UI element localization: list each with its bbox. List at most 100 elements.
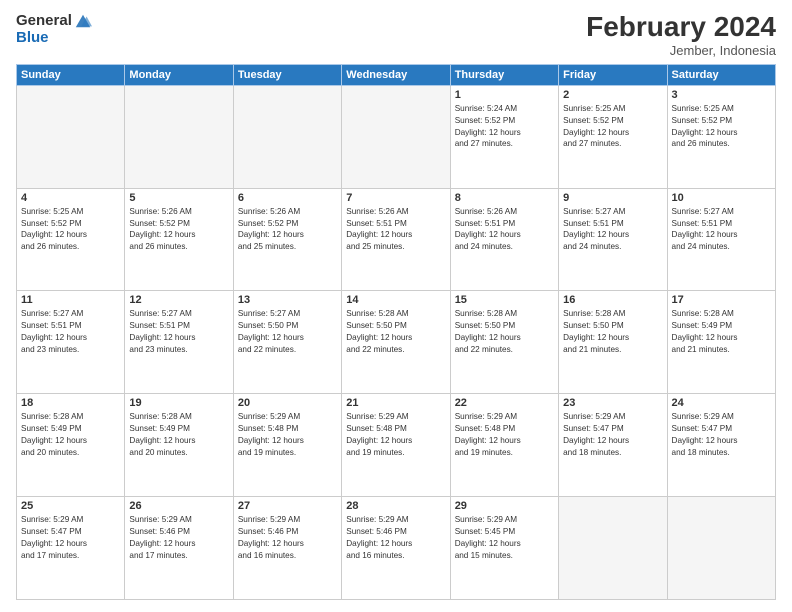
title-block: February 2024 Jember, Indonesia: [586, 12, 776, 58]
day-number: 22: [455, 397, 554, 409]
day-number: 14: [346, 294, 445, 306]
day-info: Sunrise: 5:29 AM Sunset: 5:46 PM Dayligh…: [346, 514, 445, 562]
calendar-cell: [559, 497, 667, 600]
calendar-cell: [342, 85, 450, 188]
weekday-header: Saturday: [667, 64, 775, 85]
day-info: Sunrise: 5:25 AM Sunset: 5:52 PM Dayligh…: [21, 206, 120, 254]
day-info: Sunrise: 5:26 AM Sunset: 5:52 PM Dayligh…: [238, 206, 337, 254]
calendar-cell: 20 Sunrise: 5:29 AM Sunset: 5:48 PM Dayli…: [233, 394, 341, 497]
calendar-cell: 14Sunrise: 5:28 AM Sunset: 5:50 PM Dayli…: [342, 291, 450, 394]
calendar-cell: 16Sunrise: 5:28 AM Sunset: 5:50 PM Dayli…: [559, 291, 667, 394]
calendar-cell: [125, 85, 233, 188]
calendar-cell: 12Sunrise: 5:27 AM Sunset: 5:51 PM Dayli…: [125, 291, 233, 394]
calendar-cell: 4 Sunrise: 5:25 AM Sunset: 5:52 PM Daylig…: [17, 188, 125, 291]
day-number: 8: [455, 192, 554, 204]
calendar-cell: 29Sunrise: 5:29 AM Sunset: 5:45 PM Dayli…: [450, 497, 558, 600]
day-number: 1: [455, 89, 554, 101]
day-info: Sunrise: 5:25 AM Sunset: 5:52 PM Dayligh…: [672, 103, 771, 151]
calendar-week-row: 1 Sunrise: 5:24 AM Sunset: 5:52 PM Daylig…: [17, 85, 776, 188]
day-info: Sunrise: 5:26 AM Sunset: 5:51 PM Dayligh…: [346, 206, 445, 254]
calendar-cell: [17, 85, 125, 188]
logo-blue: Blue: [16, 30, 92, 47]
day-number: 18: [21, 397, 120, 409]
day-info: Sunrise: 5:29 AM Sunset: 5:47 PM Dayligh…: [672, 411, 771, 459]
calendar-cell: 11 Sunrise: 5:27 AM Sunset: 5:51 PM Dayli…: [17, 291, 125, 394]
day-number: 16: [563, 294, 662, 306]
weekday-header: Tuesday: [233, 64, 341, 85]
day-number: 6: [238, 192, 337, 204]
day-info: Sunrise: 5:25 AM Sunset: 5:52 PM Dayligh…: [563, 103, 662, 151]
location: Jember, Indonesia: [586, 43, 776, 58]
day-info: Sunrise: 5:27 AM Sunset: 5:51 PM Dayligh…: [563, 206, 662, 254]
day-info: Sunrise: 5:27 AM Sunset: 5:51 PM Dayligh…: [672, 206, 771, 254]
day-info: Sunrise: 5:28 AM Sunset: 5:49 PM Dayligh…: [672, 308, 771, 356]
day-info: Sunrise: 5:29 AM Sunset: 5:48 PM Dayligh…: [238, 411, 337, 459]
weekday-header: Monday: [125, 64, 233, 85]
day-info: Sunrise: 5:29 AM Sunset: 5:48 PM Dayligh…: [346, 411, 445, 459]
calendar-cell: 27 Sunrise: 5:29 AM Sunset: 5:46 PM Dayli…: [233, 497, 341, 600]
day-number: 4: [21, 192, 120, 204]
day-number: 28: [346, 500, 445, 512]
calendar-cell: [233, 85, 341, 188]
day-number: 7: [346, 192, 445, 204]
day-info: Sunrise: 5:28 AM Sunset: 5:49 PM Dayligh…: [129, 411, 228, 459]
logo-icon: [74, 12, 92, 30]
day-number: 2: [563, 89, 662, 101]
day-number: 5: [129, 192, 228, 204]
day-info: Sunrise: 5:29 AM Sunset: 5:46 PM Dayligh…: [129, 514, 228, 562]
header: General Blue February 2024 Jember, Indon…: [16, 12, 776, 58]
day-info: Sunrise: 5:29 AM Sunset: 5:47 PM Dayligh…: [563, 411, 662, 459]
day-info: Sunrise: 5:26 AM Sunset: 5:52 PM Dayligh…: [129, 206, 228, 254]
day-number: 20: [238, 397, 337, 409]
day-number: 3: [672, 89, 771, 101]
calendar-cell: 21 Sunrise: 5:29 AM Sunset: 5:48 PM Dayli…: [342, 394, 450, 497]
day-number: 27: [238, 500, 337, 512]
day-number: 23: [563, 397, 662, 409]
weekday-header: Wednesday: [342, 64, 450, 85]
day-info: Sunrise: 5:29 AM Sunset: 5:47 PM Dayligh…: [21, 514, 120, 562]
calendar-cell: 25 Sunrise: 5:29 AM Sunset: 5:47 PM Dayli…: [17, 497, 125, 600]
day-info: Sunrise: 5:24 AM Sunset: 5:52 PM Dayligh…: [455, 103, 554, 151]
day-info: Sunrise: 5:27 AM Sunset: 5:51 PM Dayligh…: [21, 308, 120, 356]
calendar-cell: 2 Sunrise: 5:25 AM Sunset: 5:52 PM Daylig…: [559, 85, 667, 188]
calendar-week-row: 25 Sunrise: 5:29 AM Sunset: 5:47 PM Dayli…: [17, 497, 776, 600]
logo-general: General: [16, 13, 72, 30]
day-number: 26: [129, 500, 228, 512]
calendar-cell: 18 Sunrise: 5:28 AM Sunset: 5:49 PM Dayli…: [17, 394, 125, 497]
calendar-cell: 13 Sunrise: 5:27 AM Sunset: 5:50 PM Dayli…: [233, 291, 341, 394]
calendar-cell: 15Sunrise: 5:28 AM Sunset: 5:50 PM Dayli…: [450, 291, 558, 394]
day-info: Sunrise: 5:28 AM Sunset: 5:49 PM Dayligh…: [21, 411, 120, 459]
day-number: 25: [21, 500, 120, 512]
calendar-cell: 8 Sunrise: 5:26 AM Sunset: 5:51 PM Daylig…: [450, 188, 558, 291]
day-number: 21: [346, 397, 445, 409]
day-number: 10: [672, 192, 771, 204]
logo: General Blue: [16, 12, 92, 47]
calendar-cell: 19 Sunrise: 5:28 AM Sunset: 5:49 PM Dayli…: [125, 394, 233, 497]
day-info: Sunrise: 5:29 AM Sunset: 5:46 PM Dayligh…: [238, 514, 337, 562]
calendar-cell: [667, 497, 775, 600]
calendar-cell: 7 Sunrise: 5:26 AM Sunset: 5:51 PM Daylig…: [342, 188, 450, 291]
month-title: February 2024: [586, 12, 776, 43]
day-info: Sunrise: 5:26 AM Sunset: 5:51 PM Dayligh…: [455, 206, 554, 254]
day-info: Sunrise: 5:27 AM Sunset: 5:51 PM Dayligh…: [129, 308, 228, 356]
calendar-week-row: 11 Sunrise: 5:27 AM Sunset: 5:51 PM Dayli…: [17, 291, 776, 394]
day-number: 19: [129, 397, 228, 409]
calendar-cell: 17 Sunrise: 5:28 AM Sunset: 5:49 PM Dayli…: [667, 291, 775, 394]
day-number: 13: [238, 294, 337, 306]
page: General Blue February 2024 Jember, Indon…: [0, 0, 792, 612]
day-number: 11: [21, 294, 120, 306]
day-info: Sunrise: 5:27 AM Sunset: 5:50 PM Dayligh…: [238, 308, 337, 356]
day-info: Sunrise: 5:29 AM Sunset: 5:48 PM Dayligh…: [455, 411, 554, 459]
calendar-week-row: 18 Sunrise: 5:28 AM Sunset: 5:49 PM Dayli…: [17, 394, 776, 497]
weekday-header: Thursday: [450, 64, 558, 85]
calendar-cell: 3 Sunrise: 5:25 AM Sunset: 5:52 PM Daylig…: [667, 85, 775, 188]
day-info: Sunrise: 5:29 AM Sunset: 5:45 PM Dayligh…: [455, 514, 554, 562]
calendar-cell: 5 Sunrise: 5:26 AM Sunset: 5:52 PM Daylig…: [125, 188, 233, 291]
calendar-cell: 22 Sunrise: 5:29 AM Sunset: 5:48 PM Dayli…: [450, 394, 558, 497]
day-number: 17: [672, 294, 771, 306]
calendar-week-row: 4 Sunrise: 5:25 AM Sunset: 5:52 PM Daylig…: [17, 188, 776, 291]
day-number: 15: [455, 294, 554, 306]
calendar-cell: 6 Sunrise: 5:26 AM Sunset: 5:52 PM Daylig…: [233, 188, 341, 291]
calendar-cell: 9Sunrise: 5:27 AM Sunset: 5:51 PM Daylig…: [559, 188, 667, 291]
weekday-header: Sunday: [17, 64, 125, 85]
